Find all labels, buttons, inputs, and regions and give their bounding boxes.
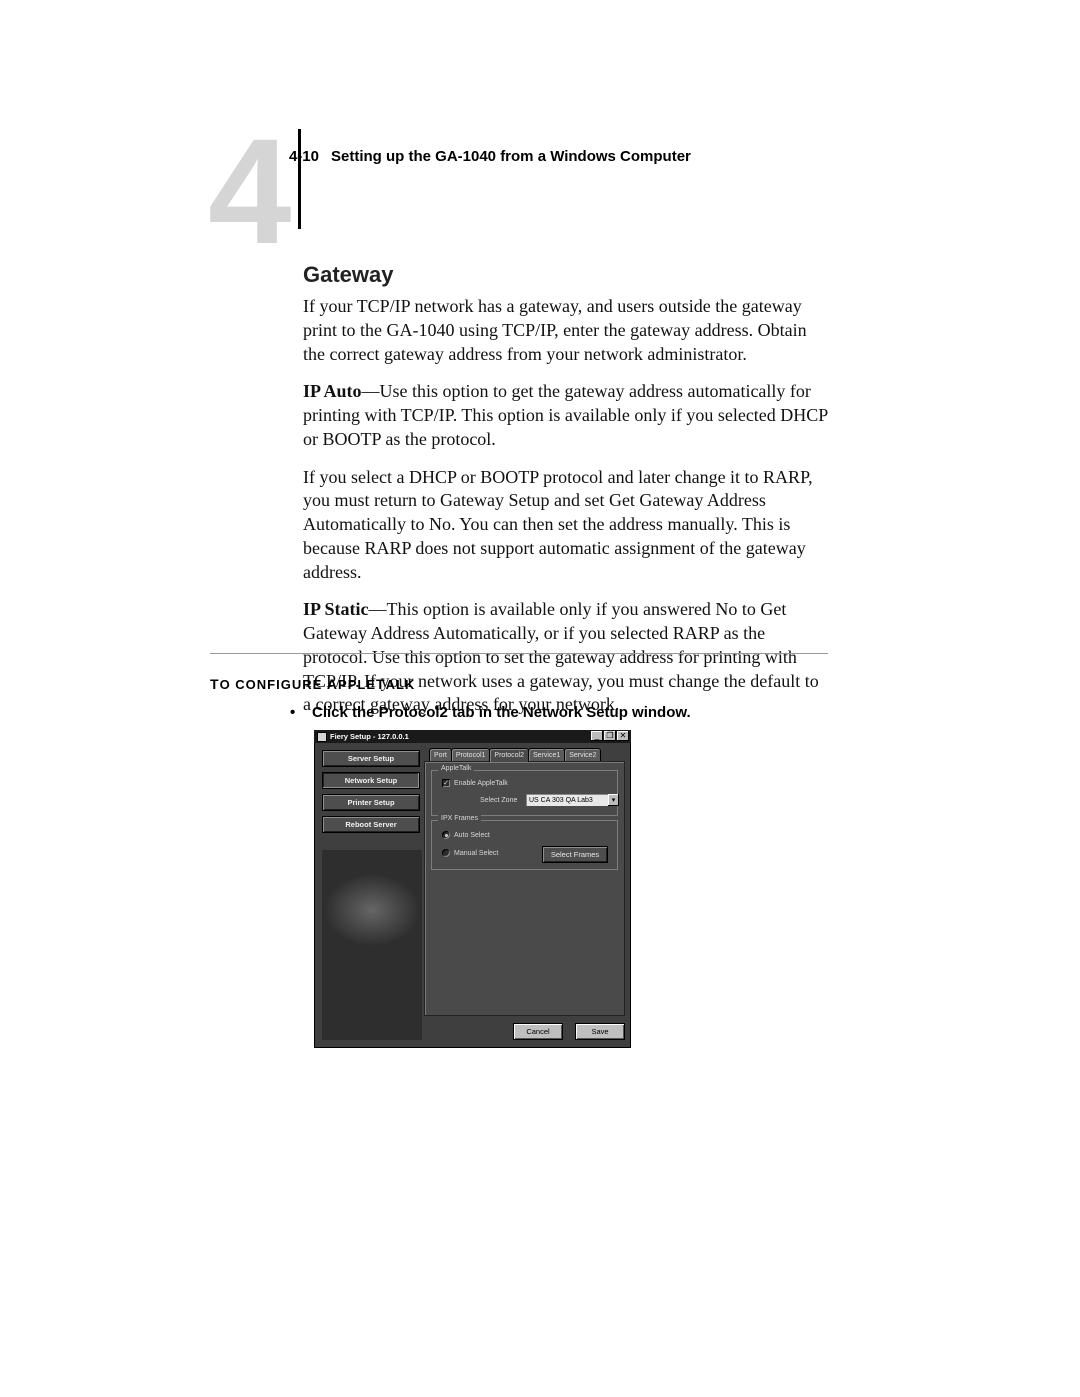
procedure-step: • Click the Protocol2 tab in the Network… [290, 704, 828, 721]
tab-service2[interactable]: Service2 [564, 748, 601, 762]
term-ip-auto: IP Auto [303, 381, 362, 401]
radio-icon [442, 849, 450, 857]
paragraph: If you select a DHCP or BOOTP protocol a… [303, 466, 828, 585]
radio-label: Auto Select [454, 832, 490, 839]
tab-port[interactable]: Port [429, 748, 452, 762]
header-divider [298, 129, 301, 229]
maximize-icon: ❐ [606, 732, 613, 740]
group-appletalk: AppleTalk ✓ Enable AppleTalk Select Zone… [431, 770, 618, 816]
checkbox-icon: ✓ [442, 779, 450, 787]
combo-select-zone[interactable]: US CA 303 QA Lab3 ▾ [526, 794, 619, 806]
tab-protocol2[interactable]: Protocol2 [489, 748, 529, 762]
tab-protocol1[interactable]: Protocol1 [451, 748, 491, 762]
select-frames-button[interactable]: Select Frames [542, 846, 608, 863]
fiery-setup-window: Fiery Setup - 127.0.0.1 _ ❐ ✕ Port Proto… [314, 730, 631, 1048]
chapter-number-watermark: 4 [208, 116, 283, 266]
close-button[interactable]: ✕ [617, 731, 629, 741]
maximize-button[interactable]: ❐ [604, 731, 616, 741]
radio-label: Manual Select [454, 850, 498, 857]
paragraph: IP Auto—Use this option to get the gatew… [303, 380, 828, 451]
running-header: 4-10Setting up the GA-1040 from a Window… [275, 148, 691, 165]
radio-manual-select[interactable]: Manual Select [442, 849, 498, 857]
close-icon: ✕ [620, 732, 627, 740]
paragraph: If your TCP/IP network has a gateway, an… [303, 295, 828, 366]
section-heading-gateway: Gateway [303, 260, 828, 289]
combo-value: US CA 303 QA Lab3 [529, 797, 593, 804]
group-ipx-frames: IPX Frames Auto Select Manual Select Sel… [431, 820, 618, 870]
bullet-icon: • [290, 704, 295, 721]
checkbox-enable-appletalk[interactable]: ✓ Enable AppleTalk [442, 779, 508, 787]
window-title: Fiery Setup - 127.0.0.1 [330, 732, 409, 741]
procedure-step-text: Click the Protocol2 tab in the Network S… [312, 704, 691, 721]
save-button[interactable]: Save [575, 1023, 625, 1040]
sidebar-reboot-server[interactable]: Reboot Server [322, 816, 420, 833]
tab-panel: AppleTalk ✓ Enable AppleTalk Select Zone… [424, 761, 625, 1016]
group-legend-ipx: IPX Frames [438, 815, 481, 822]
tab-service1[interactable]: Service1 [528, 748, 565, 762]
term-ip-static: IP Static [303, 599, 369, 619]
sidebar-watermark-image [322, 850, 422, 1040]
sidebar-printer-setup[interactable]: Printer Setup [322, 794, 420, 811]
body-text: Gateway If your TCP/IP network has a gat… [303, 260, 828, 717]
section-divider [210, 653, 828, 654]
label-select-zone: Select Zone [480, 797, 517, 804]
app-icon [317, 732, 327, 742]
minimize-button[interactable]: _ [591, 731, 603, 741]
sidebar-server-setup[interactable]: Server Setup [322, 750, 420, 767]
dialog-footer: Cancel Save [501, 1023, 625, 1040]
procedure-block: TO CONFIGURE APPLETALK • Click the Proto… [210, 676, 828, 721]
sidebar: Server Setup Network Setup Printer Setup… [322, 750, 420, 838]
radio-icon [442, 831, 450, 839]
page-reference: 4-10 [275, 148, 331, 165]
chapter-title: Setting up the GA-1040 from a Windows Co… [331, 148, 691, 165]
cancel-button[interactable]: Cancel [513, 1023, 563, 1040]
chevron-down-icon: ▾ [608, 794, 619, 806]
group-legend-appletalk: AppleTalk [438, 765, 474, 772]
radio-auto-select[interactable]: Auto Select [442, 831, 490, 839]
procedure-heading: TO CONFIGURE APPLETALK [210, 676, 828, 692]
window-titlebar[interactable]: Fiery Setup - 127.0.0.1 _ ❐ ✕ [314, 730, 631, 743]
checkbox-label: Enable AppleTalk [454, 780, 508, 787]
manual-page: 4 4-10Setting up the GA-1040 from a Wind… [0, 0, 1080, 1397]
sidebar-network-setup[interactable]: Network Setup [322, 772, 420, 789]
minimize-icon: _ [595, 732, 599, 740]
tabstrip: Port Protocol1 Protocol2 Service1 Servic… [429, 748, 600, 762]
